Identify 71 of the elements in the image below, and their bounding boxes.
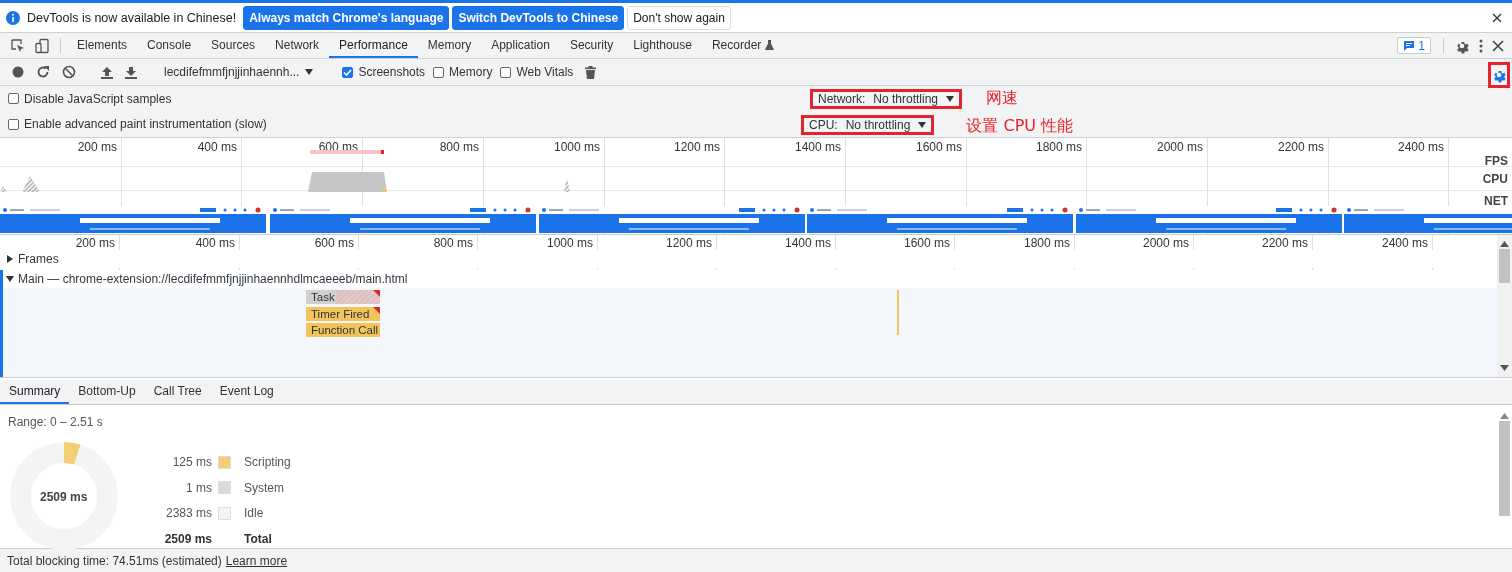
infobar-message: DevTools is now available in Chinese! [27, 10, 237, 25]
status-text: Total blocking time: 74.51ms (estimated) [7, 553, 222, 568]
profile-select[interactable]: lecdifefmmfjnjjinhaennh... [156, 65, 322, 79]
checkbox-label: Memory [449, 65, 493, 79]
checkbox-label: Disable JavaScript samples [24, 91, 172, 106]
legend-label: Scripting [244, 455, 292, 470]
annotation-text: 网速 [986, 88, 1019, 110]
flame-event[interactable]: Task [306, 290, 380, 304]
panel-tab[interactable]: Recorder [701, 33, 785, 58]
range-text: Range: 0 – 2.51 s [8, 415, 103, 429]
time-tick: 1200 ms [665, 236, 712, 250]
time-tick: 1400 ms [784, 236, 831, 250]
infobar-button[interactable]: Always match Chrome's language [243, 5, 450, 30]
track-label[interactable]: Frames [18, 252, 59, 266]
time-tick: 1200 ms [673, 140, 720, 154]
legend-label: Idle [244, 506, 265, 521]
time-tick: 800 ms [433, 236, 473, 250]
panel-tab[interactable]: Console [137, 33, 202, 58]
time-tick: 2400 ms [1381, 236, 1428, 250]
issues-badge[interactable]: 1 [1397, 37, 1431, 54]
details-tab[interactable]: Event Log [210, 380, 283, 404]
lane-label: FPS [1484, 154, 1508, 168]
time-tick: 600 ms [314, 236, 354, 250]
time-value: 2509 ms [163, 531, 212, 546]
time-tick: 200 ms [77, 140, 117, 154]
checkbox-label: Screenshots [358, 65, 426, 79]
cpu-label: CPU: [809, 117, 838, 132]
time-tick: 1600 ms [903, 236, 950, 250]
time-tick: 400 ms [195, 236, 235, 250]
time-tick: 1000 ms [553, 140, 600, 154]
time-tick: 1800 ms [1035, 140, 1082, 154]
track-label[interactable]: Main — chrome-extension://lecdifefmmfjnjjinhaennhdlmcaeeeb/main.html [18, 272, 408, 286]
time-tick: 1400 ms [794, 140, 841, 154]
checkbox-label: Web Vitals [516, 65, 574, 79]
time-tick: 2400 ms [1397, 140, 1444, 154]
network-label: Network: [818, 91, 866, 106]
checkbox-label: Enable advanced paint instrumentation (slow) [24, 117, 267, 132]
flame-event[interactable]: Function Call [306, 323, 380, 337]
donut-total: 2509 ms [40, 490, 88, 504]
details-tab[interactable]: Call Tree [144, 380, 211, 404]
panel-tab[interactable]: Lighthouse [623, 33, 702, 58]
time-tick: 200 ms [75, 236, 115, 250]
panel-tab[interactable]: Network [265, 33, 330, 58]
time-tick: 2200 ms [1261, 236, 1308, 250]
lane-label: CPU [1482, 172, 1508, 186]
time-tick: 2000 ms [1156, 140, 1203, 154]
panel-tab[interactable]: Security [559, 33, 624, 58]
time-tick: 1600 ms [915, 140, 962, 154]
time-tick: 2200 ms [1277, 140, 1324, 154]
time-value: 2383 ms [164, 506, 212, 521]
panel-tab[interactable]: Memory [417, 33, 482, 58]
details-tab[interactable]: Bottom-Up [69, 380, 145, 404]
throttling-select[interactable]: No throttling [845, 117, 927, 132]
time-tick: 1000 ms [546, 236, 593, 250]
legend-label: System [244, 480, 285, 495]
infobar-button[interactable]: Don't show again [627, 5, 731, 30]
panel-tab[interactable]: Sources [201, 33, 266, 58]
lane-label: NET [1484, 194, 1508, 208]
throttling-select[interactable]: No throttling [873, 91, 955, 106]
time-tick: 1800 ms [1023, 236, 1070, 250]
annotation-text: 设置 CPU 性能 [966, 115, 1074, 137]
learn-more-link[interactable]: Learn more [225, 553, 288, 568]
time-tick: 800 ms [439, 140, 479, 154]
infobar-button[interactable]: Switch DevTools to Chinese [452, 5, 625, 30]
panel-tab[interactable]: Application [481, 33, 560, 58]
panel-tab[interactable]: Elements [67, 33, 138, 58]
time-tick: 2000 ms [1142, 236, 1189, 250]
time-tick: 400 ms [197, 140, 237, 154]
legend-label: Total [244, 531, 273, 546]
time-value: 1 ms [185, 480, 212, 495]
time-value: 125 ms [171, 455, 212, 470]
